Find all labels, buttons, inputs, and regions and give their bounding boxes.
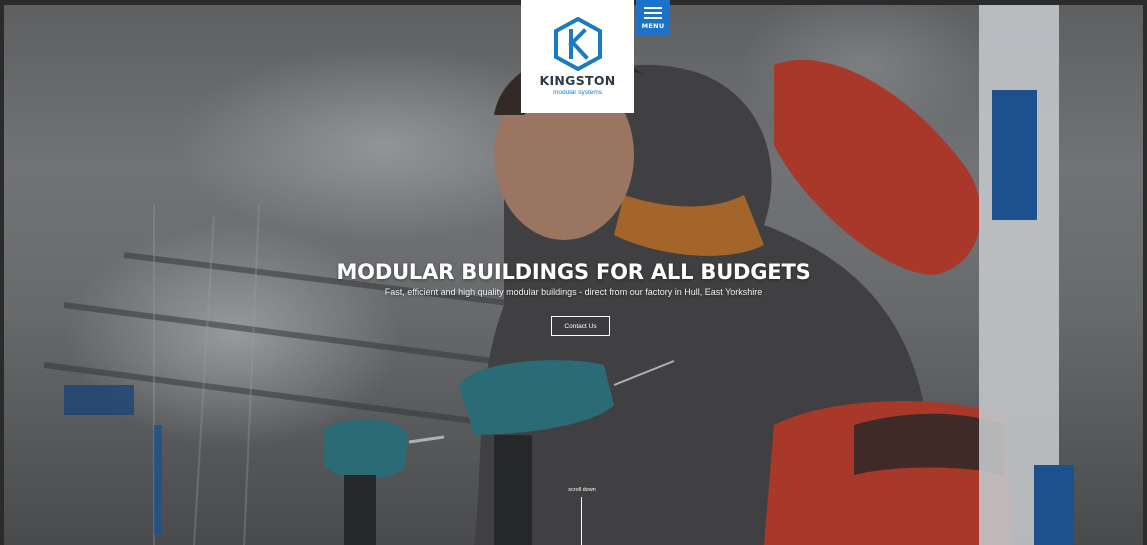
hero-text: MODULAR BUILDINGS FOR ALL BUDGETS Fast, … [0,260,1147,297]
scroll-down-line [581,497,582,545]
kingston-logo-icon [553,17,602,71]
menu-label: MENU [641,22,665,30]
hero-title: MODULAR BUILDINGS FOR ALL BUDGETS [336,260,811,284]
logo-name: KINGSTON [539,73,616,88]
hamburger-icon-bar [644,7,662,9]
logo-tagline: modular systems [552,89,603,96]
contact-us-button[interactable]: Contact Us [551,316,610,336]
scroll-down-label[interactable]: scroll down [552,487,612,493]
hamburger-icon-bar [644,12,662,14]
site-logo[interactable]: KINGSTON modular systems [521,0,634,113]
menu-button[interactable]: MENU [636,0,670,36]
hamburger-icon-bar [644,17,662,19]
hero-subtitle: Fast, efficient and high quality modular… [384,287,763,297]
